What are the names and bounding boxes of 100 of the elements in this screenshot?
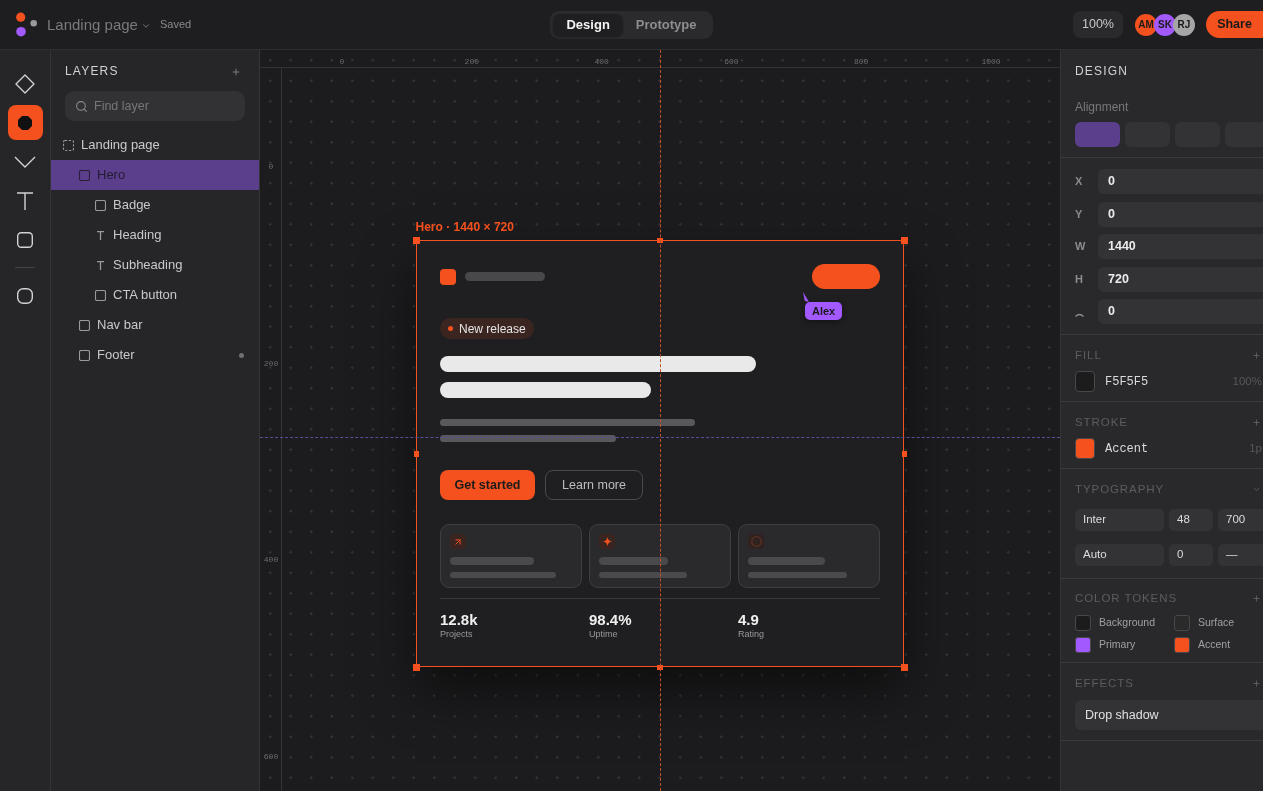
- color-swatch[interactable]: [1075, 371, 1095, 392]
- share-button[interactable]: Share: [1206, 11, 1263, 38]
- plus-icon: [1252, 678, 1261, 688]
- hero-button[interactable]: Get started: [440, 470, 535, 500]
- resize-handle[interactable]: [900, 663, 908, 671]
- ruler-label: 1000: [981, 57, 1001, 67]
- add-button[interactable]: [1252, 593, 1261, 603]
- type-field[interactable]: 0: [1169, 544, 1213, 566]
- resize-handle[interactable]: [412, 236, 420, 244]
- resize-handle[interactable]: [657, 237, 663, 243]
- corner-radius-icon: [1075, 312, 1084, 317]
- layer-item[interactable]: Heading: [51, 220, 259, 250]
- diamond-icon: [15, 73, 35, 94]
- square-icon: [17, 231, 33, 248]
- plus-icon: [1252, 593, 1261, 603]
- ruler-label: 400: [263, 555, 279, 566]
- ruler-label: 800: [854, 57, 869, 67]
- search-icon: [75, 99, 88, 113]
- search-field[interactable]: Find layer: [65, 91, 245, 121]
- hero-button[interactable]: Learn more: [545, 470, 643, 500]
- number-field[interactable]: 1440: [1098, 234, 1263, 259]
- avatar[interactable]: AM: [1135, 13, 1157, 36]
- token-name: Accent: [1198, 637, 1231, 653]
- plus-icon: [1252, 350, 1261, 360]
- type-field[interactable]: Auto: [1075, 544, 1164, 566]
- number-field[interactable]: 0: [1098, 169, 1263, 194]
- add-button[interactable]: [1252, 350, 1261, 360]
- paint-value: Accent: [1105, 440, 1149, 458]
- chevron-down-icon: [14, 155, 36, 168]
- avatar[interactable]: SK: [1154, 13, 1176, 36]
- panel-title: LAYERS: [65, 65, 119, 78]
- sparkle-icon: [599, 534, 615, 550]
- field-label: W: [1075, 239, 1086, 255]
- color-swatch[interactable]: [1075, 615, 1091, 631]
- stat-value: 4.9: [738, 611, 759, 629]
- resize-handle[interactable]: [413, 450, 419, 457]
- type-field[interactable]: Inter: [1075, 509, 1164, 531]
- field-label: Y: [1075, 206, 1083, 222]
- mode-tab[interactable]: Prototype: [622, 13, 710, 36]
- type-field[interactable]: —: [1218, 544, 1263, 566]
- plus-icon: [231, 66, 241, 77]
- ruler-label: 600: [263, 752, 279, 763]
- ring-icon: [748, 534, 764, 550]
- layer-item[interactable]: Landing page: [51, 130, 259, 160]
- octagon-icon: [18, 115, 32, 130]
- square-logo-icon: [440, 268, 456, 285]
- stat-value: 12.8k: [440, 611, 478, 629]
- text-icon: [95, 260, 106, 270]
- resize-handle[interactable]: [900, 236, 908, 244]
- color-swatch[interactable]: [1075, 637, 1091, 653]
- zoom-level[interactable]: 100%: [1073, 11, 1123, 38]
- tool-button[interactable]: [7, 105, 43, 140]
- add-button[interactable]: [1252, 678, 1261, 688]
- add-button[interactable]: [1252, 417, 1261, 427]
- ruler-label: 200: [464, 57, 479, 67]
- color-swatch[interactable]: [1174, 615, 1190, 631]
- mode-tab[interactable]: Design: [553, 13, 623, 36]
- field-label: H: [1075, 271, 1083, 287]
- text-icon: [17, 191, 33, 210]
- button-placeholder: [812, 264, 880, 289]
- token-name: Surface: [1198, 615, 1235, 631]
- color-swatch[interactable]: [1174, 637, 1190, 653]
- token-name: Primary: [1099, 637, 1136, 653]
- arrow-icon: [450, 534, 466, 550]
- effect-item[interactable]: Drop shadow: [1075, 700, 1263, 730]
- number-field[interactable]: 0: [1098, 201, 1263, 227]
- plus-icon: [1252, 417, 1261, 427]
- layer-item[interactable]: Footer: [51, 340, 259, 370]
- alignment-label: Alignment: [1075, 101, 1130, 114]
- number-field[interactable]: 720: [1098, 266, 1263, 292]
- ruler-label: 200: [263, 358, 279, 369]
- ruler-label: 600: [724, 57, 739, 67]
- number-field[interactable]: 0: [1098, 299, 1263, 324]
- cursor-name-tag: Alex: [805, 302, 843, 320]
- resize-handle[interactable]: [657, 664, 663, 670]
- caret-icon: [140, 21, 151, 31]
- ruler-label: 0: [339, 57, 345, 67]
- layer-item[interactable]: Badge: [51, 190, 259, 220]
- layer-item[interactable]: Subheading: [51, 250, 259, 280]
- squircle-icon: [17, 287, 33, 304]
- resize-handle[interactable]: [901, 450, 907, 457]
- file-title-button[interactable]: Landing page: [47, 15, 151, 34]
- text-placeholder-bar: [599, 557, 668, 566]
- stat-label: Uptime: [589, 629, 618, 640]
- token-name: Background: [1099, 615, 1156, 631]
- ruler-label: 0: [268, 162, 274, 172]
- canvas[interactable]: 0 200 400 600 800 1000 0 200 400 600 New release Get started Learn more 12.8k Projects 98.4% Uptime 4.9 Rating Hero · 1440 × 720 Alex: [260, 50, 1060, 791]
- text-icon: [95, 230, 106, 240]
- color-swatch[interactable]: [1075, 438, 1095, 459]
- stat-label: Projects: [440, 629, 473, 640]
- avatar[interactable]: RJ: [1173, 13, 1195, 36]
- type-field[interactable]: 48: [1169, 509, 1213, 531]
- layer-item[interactable]: Nav bar: [51, 310, 259, 340]
- resize-handle[interactable]: [412, 663, 420, 671]
- stat-value: 98.4%: [589, 611, 632, 629]
- layer-item[interactable]: CTA button: [51, 280, 259, 310]
- dashed-frame-icon: [63, 139, 74, 151]
- add-layer-button[interactable]: [231, 66, 241, 77]
- release-label: New release: [459, 321, 526, 336]
- type-field[interactable]: 700: [1218, 509, 1263, 531]
